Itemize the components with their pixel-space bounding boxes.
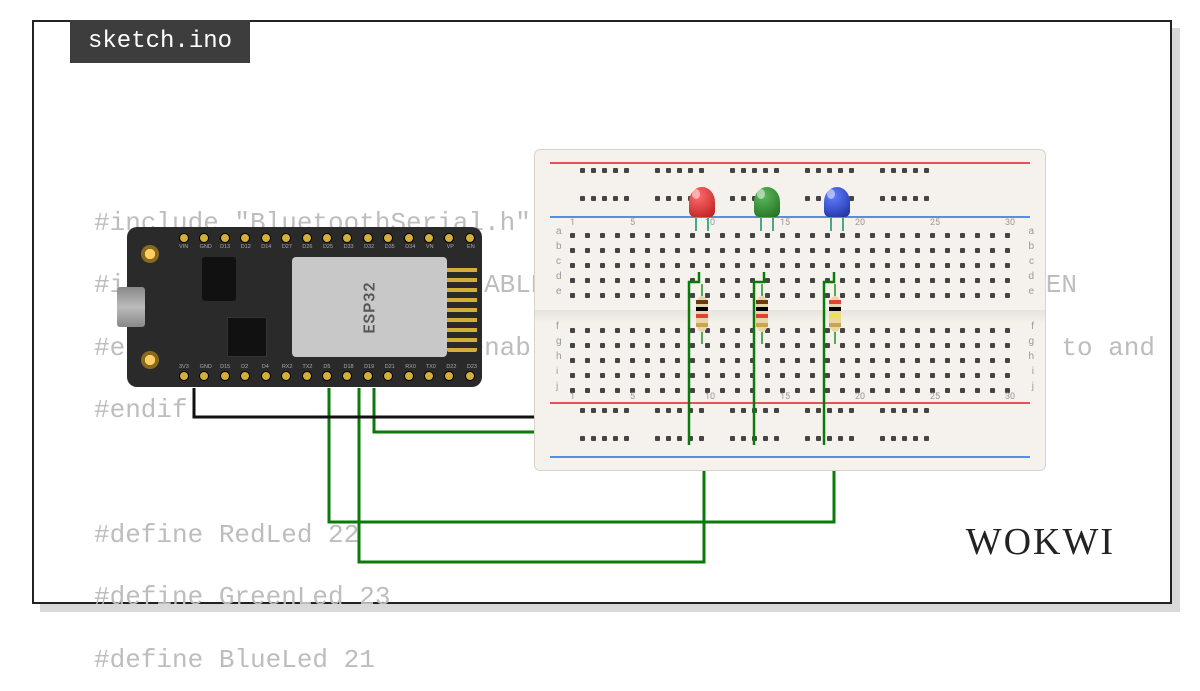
voltage-regulator — [202, 257, 236, 301]
resistor-1[interactable] — [696, 284, 708, 344]
power-rail-pos — [550, 162, 1030, 164]
antenna-icon — [447, 262, 477, 352]
file-tab-label: sketch.ino — [88, 28, 232, 55]
code-line: #define RedLed 22 — [94, 520, 359, 550]
code-line: #endif — [94, 395, 188, 425]
board-label: ESP32 — [360, 281, 379, 333]
code-line: #define BlueLed 21 — [94, 645, 375, 675]
pin-row-top — [179, 233, 475, 243]
uart-chip — [227, 317, 267, 357]
pin-row-bottom — [179, 371, 475, 381]
power-rail-pos — [550, 402, 1030, 404]
led-blue[interactable] — [824, 187, 850, 217]
led-green[interactable] — [754, 187, 780, 217]
col-numbers-top: 151015202530 — [570, 218, 1010, 228]
led-red[interactable] — [689, 187, 715, 217]
resistor-3[interactable] — [829, 284, 841, 344]
wokwi-brand-logo: WOKWI — [966, 520, 1115, 564]
esp32-shield: ESP32 — [292, 257, 447, 357]
esp32-board[interactable]: ESP32 VINGNDD13D12D14D27D26D25D33D32D35D… — [127, 227, 482, 387]
resistor-2[interactable] — [756, 284, 768, 344]
pin-labels-bottom: 3V3GNDD15D2D4RX2TX2D5D18D19D21RX0TX0D22D… — [179, 364, 475, 370]
file-tab[interactable]: sketch.ino — [70, 20, 250, 63]
col-numbers-bottom: 151015202530 — [570, 392, 1010, 402]
power-rail-neg — [550, 456, 1030, 458]
preview-frame: #include "BluetoothSerial.h" #if !define… — [32, 20, 1172, 604]
code-line: #define GreenLed 23 — [94, 582, 390, 612]
usb-port-icon — [117, 287, 145, 327]
breadboard-grid: aabbccddeeffgghhiijj — [570, 228, 1020, 393]
boot-button[interactable] — [141, 245, 159, 263]
reset-button[interactable] — [141, 351, 159, 369]
pin-labels-top: VINGNDD13D12D14D27D26D25D33D32D35D34VNVP… — [179, 244, 475, 250]
breadboard[interactable]: aabbccddeeffgghhiijj 151015202530 151015… — [534, 149, 1046, 471]
